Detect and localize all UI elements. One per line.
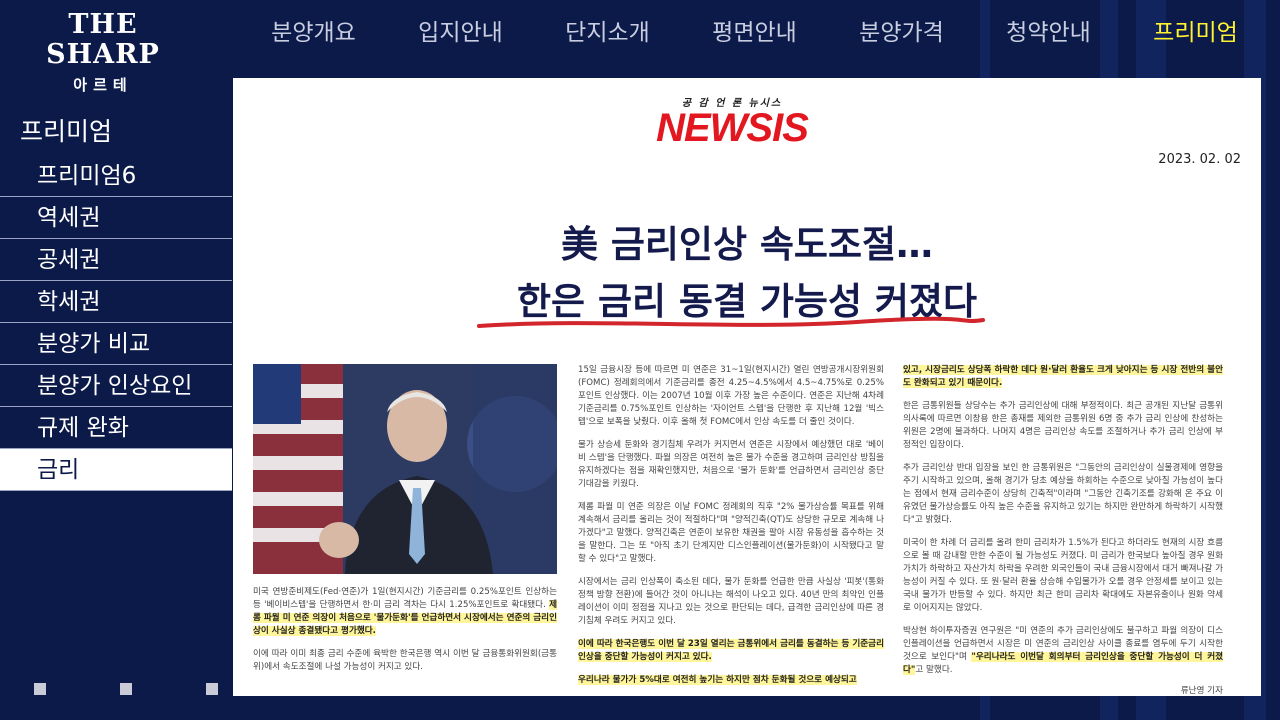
article-paragraph: 이에 따라 이미 최종 금리 수준에 육박한 한국은행 역시 이번 달 금융통화…: [253, 649, 557, 672]
pagination-dot[interactable]: [34, 683, 46, 695]
news-article: 공 감 언 론 뉴시스 NEWSIS 2023. 02. 02 美 금리인상 속…: [233, 78, 1261, 696]
sidebar-item-premium6[interactable]: 프리미엄6: [0, 155, 232, 197]
sidebar-item-deregulation[interactable]: 규제 완화: [0, 407, 232, 449]
nav-item-location[interactable]: 입지안내: [387, 15, 534, 51]
article-column-3: 있고, 시장금리도 상당폭 하락한 데다 원·달러 환율도 크게 낮아지는 등 …: [903, 364, 1224, 696]
headline-underline: [477, 316, 985, 328]
logo-main-text: THE SHARP: [46, 9, 160, 70]
nav-item-price[interactable]: 분양가격: [828, 15, 975, 51]
nav-item-premium[interactable]: 프리미엄: [1122, 15, 1269, 51]
article-paragraph: 한은 금통위원들 상당수는 추가 금리인상에 대해 부정적이다. 최근 공개된 …: [903, 401, 1223, 450]
article-date: 2023. 02. 02: [1158, 152, 1241, 167]
headline-line1: 美 금리인상 속도조절…: [560, 223, 934, 266]
article-photo: [253, 364, 557, 574]
sidebar-item-park-area[interactable]: 공세권: [0, 239, 232, 281]
slide-pagination: [34, 683, 218, 695]
paragraph-text: 고 말했다.: [915, 665, 953, 675]
sidebar-title: 프리미엄: [20, 117, 113, 146]
article-paragraph: 미국 연방준비제도(Fed·연준)가 1일(현지시간) 기준금리를 0.25%포…: [253, 586, 558, 638]
nav-item-floorplan[interactable]: 평면안내: [681, 15, 828, 51]
highlighted-text: 우리나라 물가가 5%대로 여전히 높기는 하지만 점차 둔화될 것으로 예상되…: [578, 675, 857, 685]
article-paragraph: 15일 금융시장 등에 따르면 미 연준은 31~1일(현지시간) 열린 연방공…: [578, 365, 884, 427]
article-paragraph: 박상현 하이투자증권 연구원은 "미 연준의 추가 금리인상에도 불구하고 파월…: [903, 625, 1224, 677]
sidebar-item-price-factors[interactable]: 분양가 인상요인: [0, 365, 232, 407]
article-column-2: 15일 금융시장 등에 따르면 미 연준은 31~1일(현지시간) 열린 연방공…: [578, 364, 884, 696]
highlighted-text: 이에 따라 한국은행도 이번 달 23일 열리는 금통위에서 금리를 동결하는 …: [578, 639, 884, 662]
newsis-wordmark: NEWSIS: [656, 106, 809, 150]
article-paragraph: 있고, 시장금리도 상당폭 하락한 데다 원·달러 환율도 크게 낮아지는 등 …: [903, 364, 1223, 390]
reporter-name: 류난영 기자: [1180, 686, 1223, 696]
pagination-dot[interactable]: [206, 683, 218, 695]
article-paragraph: 미국이 한 차례 더 금리를 올려 한미 금리차가 1.5%가 된다고 하더라도…: [903, 538, 1223, 613]
paragraph-text: 미국 연방준비제도(Fed·연준)가 1일(현지시간) 기준금리를 0.25%포…: [253, 587, 557, 610]
sidebar-item-price-compare[interactable]: 분양가 비교: [0, 323, 232, 365]
sidebar-menu: 프리미엄6 역세권 공세권 학세권 분양가 비교 분양가 인상요인 규제 완화 …: [0, 155, 232, 491]
article-paragraph: 물가 상승세 둔화와 경기침체 우려가 커지면서 연준은 시장에서 예상했던 대…: [578, 440, 884, 489]
nav-item-subscription[interactable]: 청약안내: [975, 15, 1122, 51]
article-paragraph: 우리나라 물가가 5%대로 여전히 높기는 하지만 점차 둔화될 것으로 예상되…: [578, 674, 884, 687]
top-nav: 분양개요 입지안내 단지소개 평면안내 분양가격 청약안내 프리미엄: [240, 15, 1270, 51]
sidebar-item-interest-rate[interactable]: 금리: [0, 449, 232, 491]
site-logo[interactable]: THE SHARP 아르테: [18, 10, 188, 95]
article-paragraph: 시장에서는 금리 인상폭이 축소된 데다, 물가 둔화를 언급한 만큼 사실상 …: [578, 577, 884, 626]
article-paragraph: 추가 금리인상 반대 입장을 보인 한 금통위원은 "그동안의 금리인상이 실물…: [903, 463, 1223, 525]
article-paragraph: 제롬 파월 미 연준 의장은 이날 FOMC 정례회의 직후 "2% 물가상승률…: [578, 502, 884, 564]
sidebar-item-school-area[interactable]: 학세권: [0, 281, 232, 323]
newsis-logo: 공 감 언 론 뉴시스 NEWSIS: [626, 94, 838, 150]
article-paragraph: 이에 따라 한국은행도 이번 달 23일 열리는 금통위에서 금리를 동결하는 …: [578, 638, 884, 664]
highlighted-text: 있고, 시장금리도 상당폭 하락한 데다 원·달러 환율도 크게 낮아지는 등 …: [903, 365, 1223, 388]
logo-sub-text: 아르테: [73, 76, 133, 94]
nav-item-overview[interactable]: 분양개요: [240, 15, 387, 51]
pagination-dot[interactable]: [120, 683, 132, 695]
article-column-1: 미국 연방준비제도(Fed·연준)가 1일(현지시간) 기준금리를 0.25%포…: [253, 586, 558, 684]
sidebar-item-station-area[interactable]: 역세권: [0, 197, 232, 239]
nav-item-complex[interactable]: 단지소개: [534, 15, 681, 51]
